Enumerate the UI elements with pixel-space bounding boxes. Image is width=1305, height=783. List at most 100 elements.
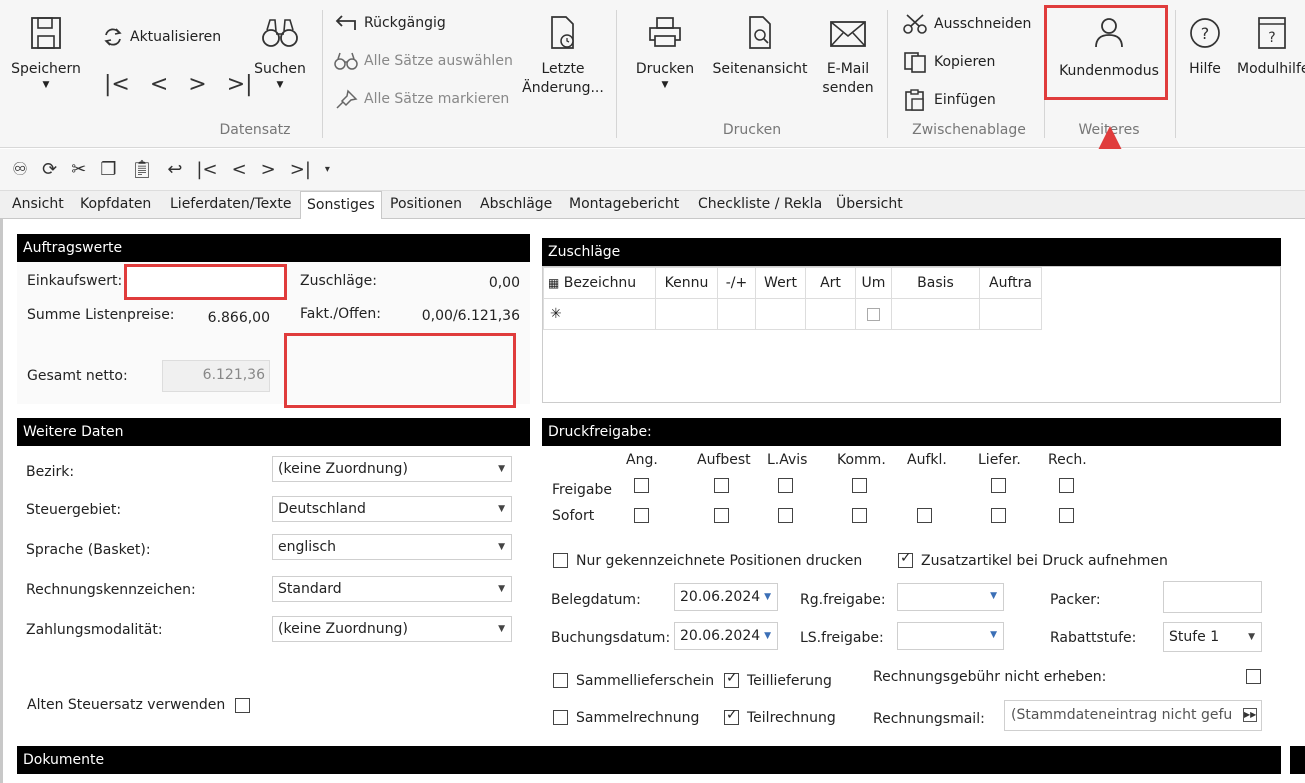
buchungsdatum-picker[interactable]: 20.06.2024 ▼ (674, 622, 778, 650)
copy-icon[interactable]: ❐ (100, 159, 116, 180)
sofort-ang-checkbox[interactable] (634, 508, 649, 523)
rechnungsmail-field[interactable]: (Stammdateneintrag nicht gefu (1004, 700, 1262, 731)
sofort-aufkl-checkbox[interactable] (917, 508, 932, 523)
module-help-button[interactable]: ? Modulhilfe (1237, 14, 1305, 79)
tab-lieferdaten[interactable]: Lieferdaten/Texte (170, 196, 291, 212)
tab-checkliste[interactable]: Checkliste / Rekla (698, 196, 822, 212)
grid-header-wert[interactable]: Wert (755, 267, 806, 299)
freigabe-rech-checkbox[interactable] (1059, 478, 1074, 493)
next-record-icon[interactable]: > (261, 159, 276, 180)
sammelrechnung-checkbox[interactable] (553, 710, 568, 725)
help-label: Hilfe (1189, 61, 1221, 77)
packer-input[interactable] (1163, 581, 1262, 613)
grid-cell-um[interactable] (855, 298, 892, 330)
freigabe-liefer-checkbox[interactable] (991, 478, 1006, 493)
search-label: Suchen (254, 61, 306, 77)
sprache-select[interactable]: englisch ▼ (272, 534, 512, 560)
teilrechnung-checkbox[interactable] (724, 707, 739, 725)
grid-cell[interactable] (805, 298, 856, 330)
nur-gekennzeichnete-checkbox[interactable] (553, 553, 568, 568)
col-lavis: L.Avis (767, 452, 808, 468)
um-checkbox[interactable] (867, 307, 880, 321)
binoculars-icon[interactable]: ♾ (12, 159, 28, 180)
zusatzartikel-checkbox[interactable] (898, 550, 913, 568)
clipboard-icon[interactable]: 📋︎ (130, 159, 153, 180)
expand-icon[interactable]: ▶▶ (1243, 708, 1257, 722)
rg-freigabe-picker[interactable]: ▼ (897, 583, 1004, 611)
help-button[interactable]: ? Hilfe (1182, 14, 1228, 79)
document-clock-icon (551, 16, 574, 49)
undo-button[interactable]: Rückgängig (334, 13, 446, 33)
rg-freigabe-label: Rg.freigabe: (800, 592, 886, 608)
select-all-button[interactable]: Alle Sätze auswählen (334, 51, 513, 71)
freigabe-komm-checkbox[interactable] (852, 478, 867, 493)
grid-cell[interactable] (891, 298, 980, 330)
save-button[interactable]: Speichern ▼ (8, 14, 84, 91)
freigabe-aufbest-checkbox[interactable] (714, 478, 729, 493)
freigabe-ang-checkbox[interactable] (634, 478, 649, 493)
grid-cell[interactable] (717, 298, 756, 330)
paste-button[interactable]: Einfügen (902, 89, 996, 111)
email-button[interactable]: E-Mail senden (815, 14, 881, 98)
gesamt-netto-label: Gesamt netto: (27, 368, 128, 384)
cut-button[interactable]: Ausschneiden (902, 13, 1031, 35)
print-label: Drucken (635, 61, 695, 77)
previous-record-icon[interactable]: < (232, 159, 247, 180)
bezirk-select[interactable]: (keine Zuordnung) ▼ (272, 456, 512, 482)
grid-header-kennung[interactable]: Kennu (655, 267, 718, 299)
grid-header-art[interactable]: Art (805, 267, 856, 299)
grid-header-um[interactable]: Um (855, 267, 892, 299)
customize-toolbar-icon[interactable]: ▾ (325, 164, 330, 175)
last-changes-button[interactable]: Letzte Änderung... (522, 14, 604, 98)
tab-abschlaege[interactable]: Abschläge (480, 196, 552, 212)
scissors-icon[interactable]: ✂ (71, 159, 86, 180)
rechnungskennzeichen-select[interactable]: Standard ▼ (272, 576, 512, 602)
grid-header-bezeichnung[interactable]: ▦ Bezeichnu (543, 267, 656, 299)
print-preview-button[interactable]: Seitenansicht (710, 14, 810, 79)
grid-cell[interactable] (655, 298, 718, 330)
ls-freigabe-picker[interactable]: ▼ (897, 622, 1004, 650)
mark-all-button[interactable]: Alle Sätze markieren (334, 89, 509, 109)
belegdatum-picker[interactable]: 20.06.2024 ▼ (674, 583, 778, 611)
tab-kopfdaten[interactable]: Kopfdaten (80, 196, 151, 212)
tab-ansicht[interactable]: Ansicht (12, 196, 64, 212)
refresh-icon[interactable]: ⟳ (42, 159, 57, 180)
teillieferung-checkbox[interactable] (724, 670, 739, 688)
last-record-icon[interactable]: >| (290, 159, 311, 180)
pin-icon (336, 89, 358, 109)
zuschlaege-label: Zuschläge: (300, 273, 378, 289)
tab-sonstiges[interactable]: Sonstiges (300, 191, 382, 220)
rechnungsgebuehr-checkbox[interactable] (1246, 669, 1261, 684)
sofort-komm-checkbox[interactable] (852, 508, 867, 523)
sofort-liefer-checkbox[interactable] (991, 508, 1006, 523)
refresh-button[interactable]: Aktualisieren (102, 26, 221, 48)
sofort-aufbest-checkbox[interactable] (714, 508, 729, 523)
search-button[interactable]: Suchen ▼ (250, 14, 310, 91)
tab-positionen[interactable]: Positionen (390, 196, 462, 212)
tab-uebersicht[interactable]: Übersicht (836, 196, 903, 212)
grid-header-basis[interactable]: Basis (891, 267, 980, 299)
next-record-icon[interactable]: > (188, 72, 206, 97)
rabattstufe-select[interactable]: Stufe 1 ▼ (1163, 622, 1262, 652)
grid-options-icon[interactable]: ▦ (548, 276, 559, 290)
freigabe-lavis-checkbox[interactable] (778, 478, 793, 493)
zahlungsmodalitaet-select[interactable]: (keine Zuordnung) ▼ (272, 616, 512, 642)
first-record-icon[interactable]: |< (104, 72, 130, 97)
previous-record-icon[interactable]: < (150, 72, 168, 97)
print-button[interactable]: Drucken ▼ (630, 14, 700, 91)
tab-montagebericht[interactable]: Montagebericht (569, 196, 679, 212)
first-record-icon[interactable]: |< (196, 159, 217, 180)
sammellieferschein-checkbox[interactable] (553, 673, 568, 688)
last-record-icon[interactable]: >| (227, 72, 253, 97)
druckfreigabe-header: Druckfreigabe: (542, 418, 1281, 446)
grid-header-sign[interactable]: -/+ (717, 267, 756, 299)
steuergebiet-select[interactable]: Deutschland ▼ (272, 496, 512, 522)
copy-button[interactable]: Kopieren (902, 51, 995, 73)
grid-cell[interactable] (979, 298, 1042, 330)
undo-icon[interactable]: ↩ (167, 159, 182, 180)
alten-steuersatz-checkbox[interactable] (235, 698, 250, 713)
sofort-rech-checkbox[interactable] (1059, 508, 1074, 523)
sofort-lavis-checkbox[interactable] (778, 508, 793, 523)
grid-header-auftrag[interactable]: Auftra (979, 267, 1042, 299)
grid-cell[interactable] (755, 298, 806, 330)
